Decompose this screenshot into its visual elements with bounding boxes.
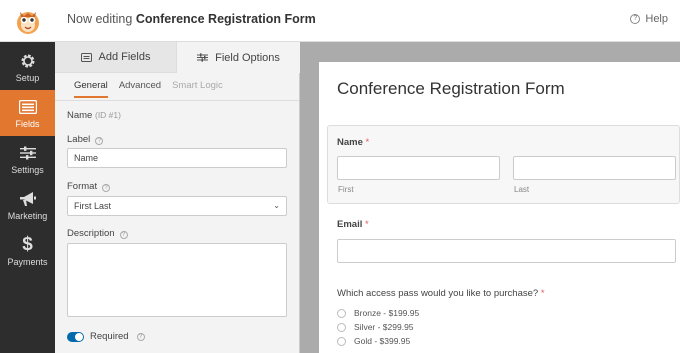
editing-prefix: Now editing	[67, 12, 133, 26]
last-name-input[interactable]	[513, 156, 676, 180]
list-icon	[80, 52, 92, 62]
radio-button[interactable]	[337, 308, 346, 318]
sidebar-item-label: Setup	[15, 73, 40, 83]
help-icon[interactable]: ?	[136, 332, 145, 341]
radio-button[interactable]	[337, 322, 346, 332]
form-name: Conference Registration Form	[135, 12, 316, 26]
help-icon[interactable]: ?	[119, 231, 128, 239]
sidebar-item-label: Fields	[15, 119, 40, 129]
required-mark: *	[365, 137, 370, 148]
tab-label: Field Options	[215, 51, 280, 64]
field-heading: Name (ID #1)	[67, 110, 121, 121]
last-sublabel: Last	[514, 185, 530, 194]
sidebar-item-settings[interactable]: Settings	[0, 136, 55, 182]
help-button[interactable]: ? Help	[630, 13, 668, 25]
label-label: Label?	[67, 134, 104, 145]
radio-option-gold[interactable]: Gold - $399.95	[337, 336, 410, 346]
option-label: Silver - $299.95	[354, 322, 414, 332]
sidebar-item-marketing[interactable]: Marketing	[0, 182, 55, 228]
question-text: Which access pass would you like to purc…	[337, 288, 539, 299]
label-label-text: Label	[67, 134, 91, 145]
subtab-advanced[interactable]: Advanced	[119, 80, 161, 98]
help-icon[interactable]: ?	[95, 137, 104, 145]
radio-option-silver[interactable]: Silver - $299.95	[337, 322, 414, 332]
required-mark: *	[540, 288, 545, 299]
field-id: (ID #1)	[94, 110, 121, 120]
email-field-label: Email *	[337, 219, 369, 230]
required-toggle[interactable]	[67, 331, 84, 342]
builder-sidebar: Setup Fields Settings Marketing $ Paymen…	[0, 42, 55, 353]
required-label: Required	[90, 331, 129, 342]
required-row: Required ?	[67, 331, 145, 342]
email-input[interactable]	[337, 239, 676, 263]
description-label: Description?	[67, 228, 128, 239]
editing-title: Now editing Conference Registration Form	[67, 12, 316, 26]
description-textarea[interactable]	[67, 243, 287, 317]
help-icon[interactable]: ?	[102, 184, 111, 192]
sliders-icon	[19, 143, 36, 163]
required-mark: *	[365, 219, 369, 230]
option-label: Bronze - $199.95	[354, 308, 420, 318]
sidebar-item-payments[interactable]: $ Payments	[0, 228, 55, 274]
fields-icon	[18, 97, 37, 117]
first-sublabel: First	[338, 185, 354, 194]
panel-divider	[55, 100, 299, 101]
name-field-label: Name *	[337, 137, 369, 148]
sidebar-item-fields[interactable]: Fields	[0, 90, 55, 136]
form-title: Conference Registration Form	[337, 79, 565, 98]
dollar-icon: $	[22, 234, 33, 255]
format-label: Format?	[67, 181, 111, 192]
format-select[interactable]: First Last ⌄	[67, 196, 287, 216]
top-bar: Now editing Conference Registration Form…	[0, 0, 680, 42]
radio-option-bronze[interactable]: Bronze - $199.95	[337, 308, 419, 318]
gear-icon	[20, 51, 36, 71]
tab-add-fields[interactable]: Add Fields	[55, 42, 177, 73]
tab-label: Add Fields	[98, 51, 151, 63]
format-label-text: Format	[67, 181, 98, 192]
subtab-general[interactable]: General	[74, 80, 108, 98]
panel-tabs: Add Fields Field Options	[55, 42, 300, 73]
subtab-smart-logic[interactable]: Smart Logic	[172, 80, 223, 98]
help-label: Help	[645, 13, 668, 25]
name-label-text: Name	[337, 137, 363, 148]
sidebar-item-label: Settings	[11, 165, 44, 175]
label-input[interactable]: Name	[67, 148, 287, 168]
radio-button[interactable]	[337, 336, 346, 346]
tab-field-options[interactable]: Field Options	[177, 42, 300, 73]
megaphone-icon	[19, 189, 37, 209]
email-label-text: Email	[337, 219, 363, 230]
help-icon: ?	[630, 14, 641, 24]
sidebar-item-label: Marketing	[7, 211, 48, 221]
access-pass-question: Which access pass would you like to purc…	[337, 288, 545, 299]
sidebar-item-label: Payments	[7, 257, 48, 267]
sliders-icon	[197, 53, 209, 62]
field-subtabs: General Advanced Smart Logic	[74, 80, 234, 98]
sidebar-item-setup[interactable]: Setup	[0, 44, 55, 90]
description-label-text: Description	[67, 228, 115, 239]
first-name-input[interactable]	[337, 156, 500, 180]
wpforms-logo	[0, 0, 55, 42]
option-label: Gold - $399.95	[354, 336, 411, 346]
format-value: First Last	[74, 201, 112, 211]
chevron-down-icon: ⌄	[273, 201, 280, 210]
field-name: Name	[67, 110, 93, 121]
